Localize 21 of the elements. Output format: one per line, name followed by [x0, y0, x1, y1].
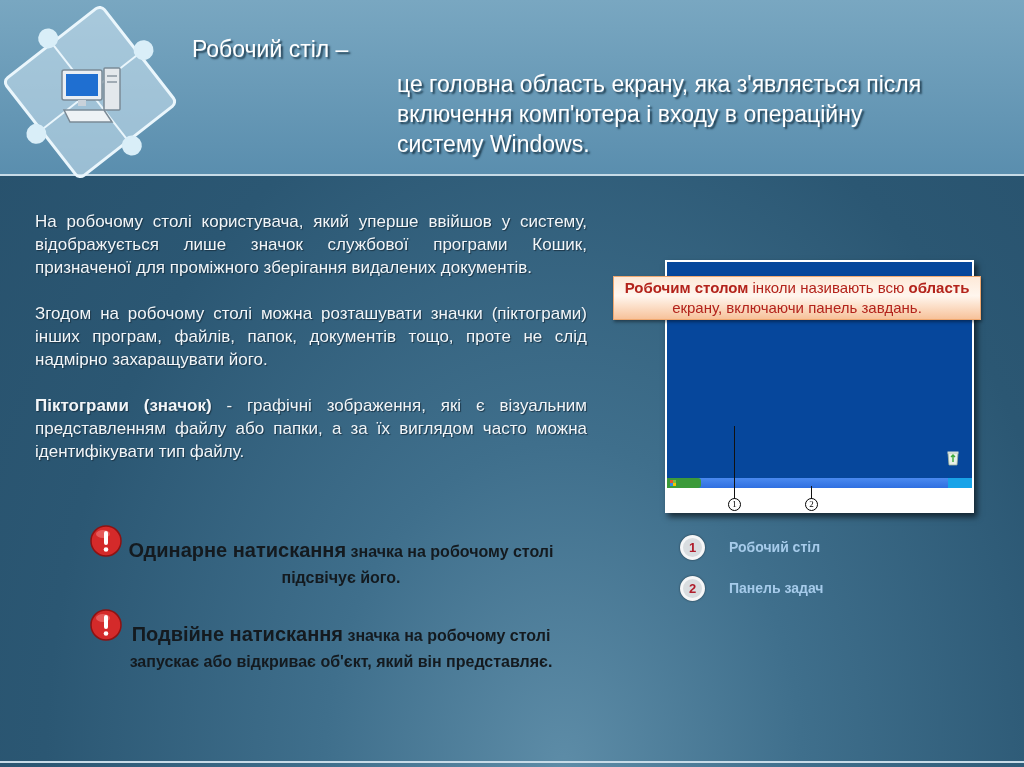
callout-note: Робочим столом інколи називають всю область екрану, включаючи панель завдань.: [613, 276, 981, 320]
legend-label: Панель задач: [729, 579, 824, 598]
flag-icon: [670, 480, 676, 486]
exclamation-icon: [90, 525, 122, 557]
body-paragraph: Піктограми (значок) - графічні зображення, які є візуальним представленням файлу або папки, а за їх виглядом часто можна ідентифікувати тип файлу.: [35, 395, 587, 463]
start-button[interactable]: [667, 478, 701, 488]
leader-line: [811, 486, 812, 499]
definition-text: це головна область екрану, яка з'являється після включення комп'ютера і входу в операційну систему Windows.: [397, 70, 923, 159]
legend-label: Робочий стіл: [729, 538, 821, 557]
note-text: Подвійне натискання значка на робочому столі запускає або відкриває об'єкт, який він представляє.: [128, 622, 554, 672]
recycle-bin-icon: [946, 450, 960, 466]
note-text: Одинарне натискання значка на робочому столі підсвічує його.: [127, 538, 555, 588]
body-paragraph: Згодом на робочому столі можна розташувати значки (піктограми) інших програм, файлів, папок, документів тощо, проте не слід надмірно захаращувати його.: [35, 303, 587, 371]
marker-number: 1: [728, 498, 741, 511]
marker-number: 2: [805, 498, 818, 511]
body-paragraph: На робочому столі користувача, який уперше ввійшов у систему, відображується лише значок службової програми Кошик, призначеної для проміжного зберігання видалених документів.: [35, 211, 587, 279]
number-badge: 1: [680, 535, 705, 560]
system-tray: [948, 478, 972, 488]
slide-title: Робочий стіл –: [191, 35, 350, 63]
exclamation-icon: [90, 609, 122, 641]
number-badge: 2: [680, 576, 705, 601]
